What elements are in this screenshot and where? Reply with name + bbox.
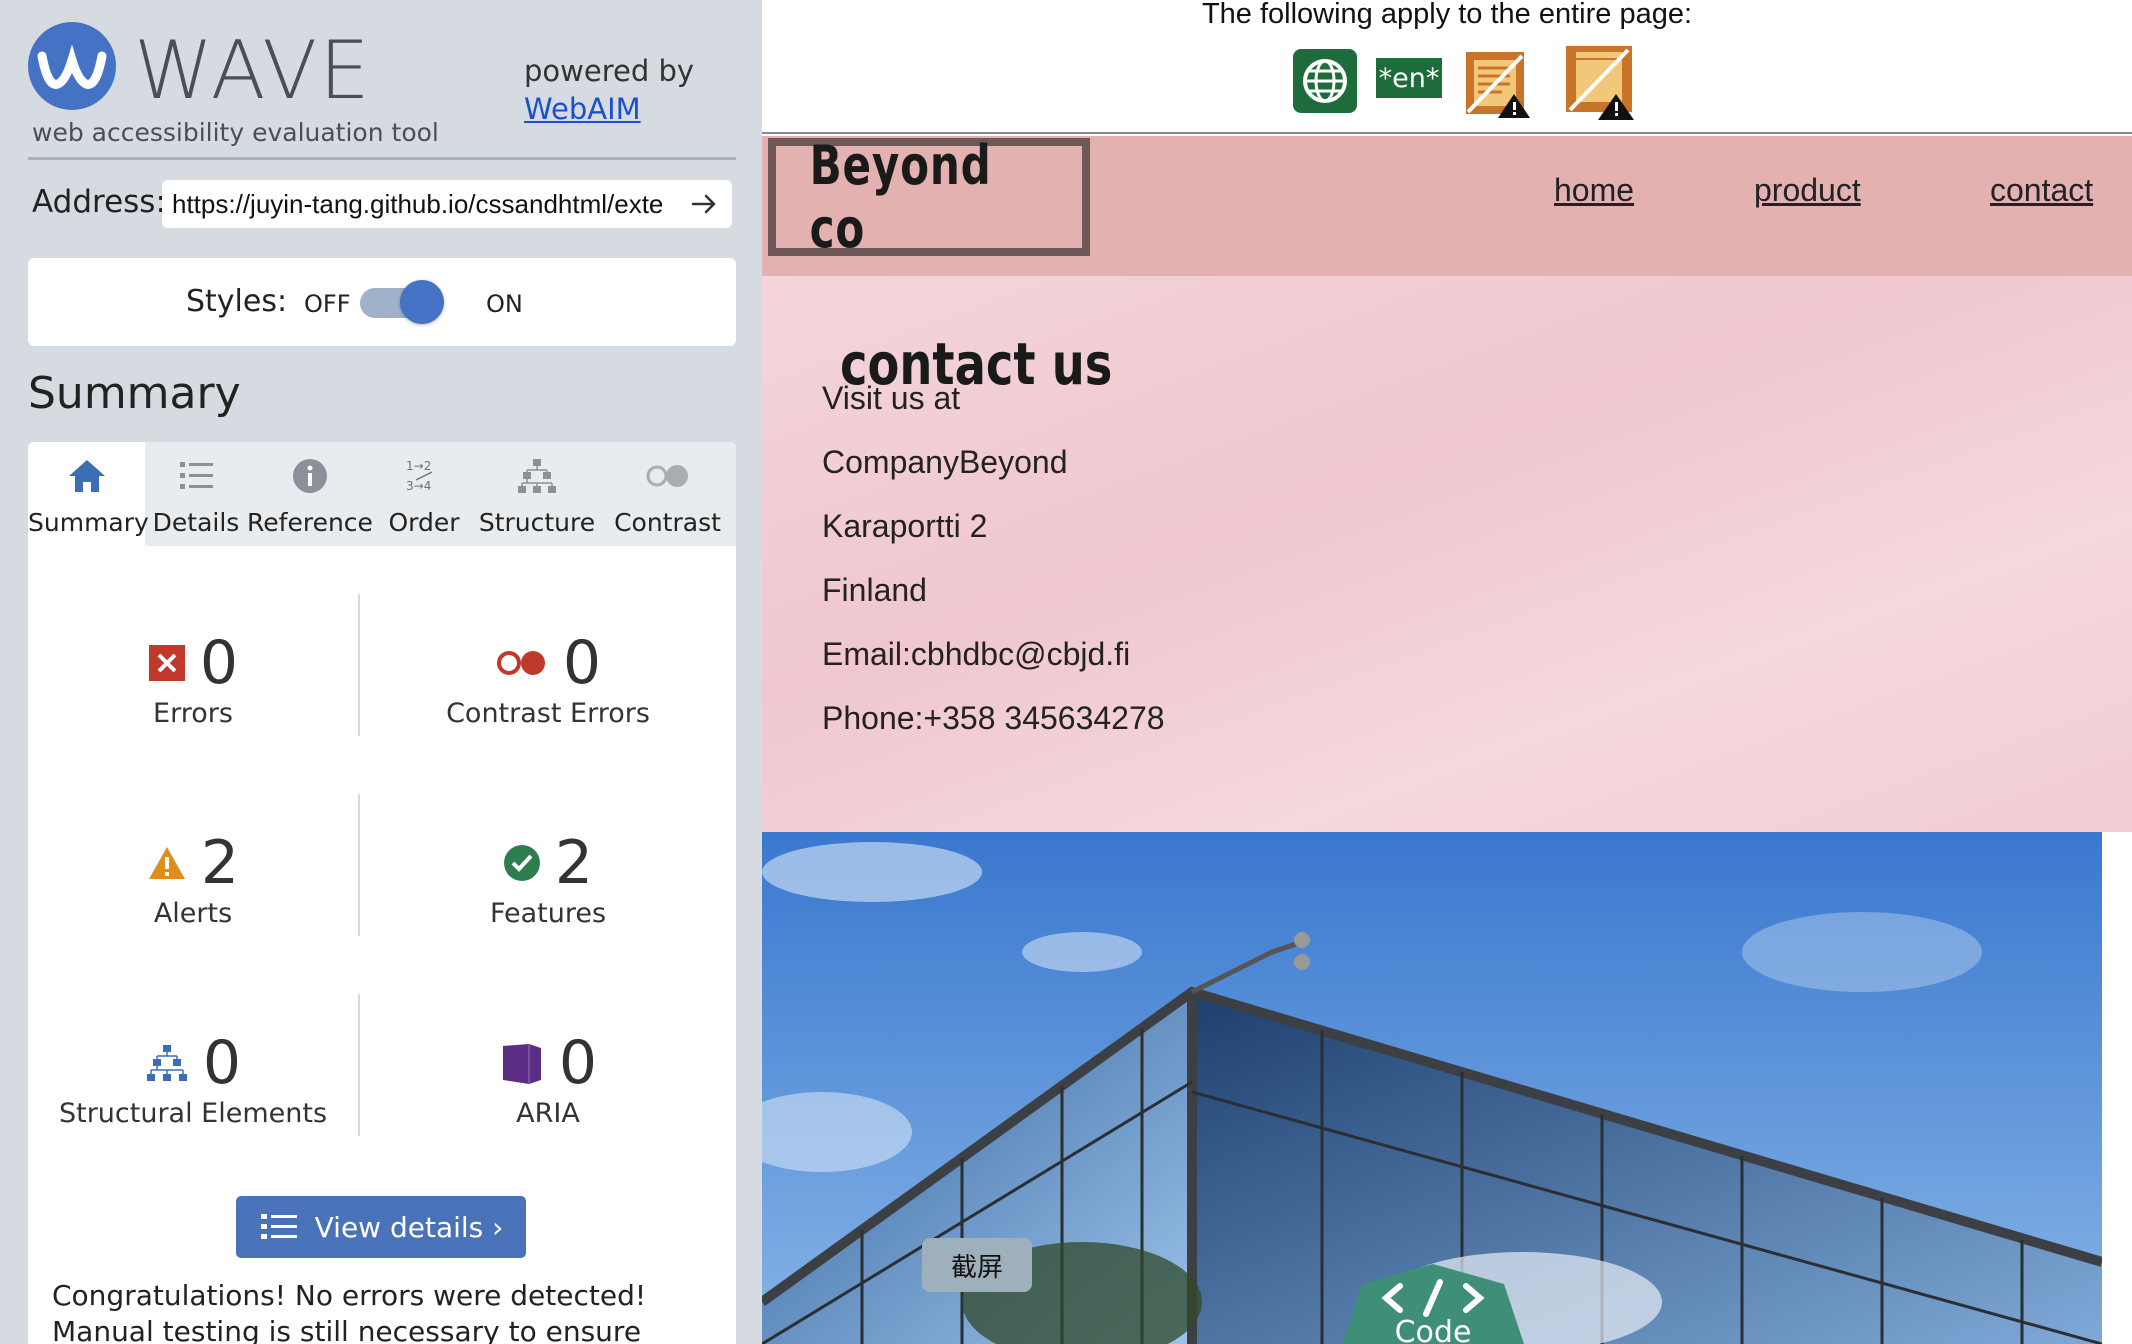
congratulations-message: Congratulations! No errors were detected… xyxy=(52,1279,647,1344)
list-icon xyxy=(180,462,213,489)
alerts-count: 2 xyxy=(200,828,240,898)
contact-line: CompanyBeyond xyxy=(822,444,1068,480)
styles-card: Styles: OFF ON xyxy=(28,258,736,346)
contrast-icon xyxy=(646,465,688,487)
contact-line: Visit us at xyxy=(822,380,961,416)
structure-icon xyxy=(146,1045,187,1081)
contrast-errors-label: Contrast Errors xyxy=(446,698,650,729)
code-badge[interactable]: Code xyxy=(1342,1264,1524,1344)
address-field xyxy=(162,180,732,228)
structure-icon xyxy=(518,459,556,493)
tab-label: Structure xyxy=(478,508,596,537)
address-label: Address: xyxy=(32,184,166,220)
styles-on-label: ON xyxy=(486,290,523,318)
feature-check-icon xyxy=(503,845,540,881)
tab-label: Order xyxy=(388,508,460,537)
tab-label: Reference xyxy=(247,508,373,537)
aria-count: 0 xyxy=(558,1028,598,1098)
contrast-error-icon xyxy=(496,651,545,675)
styles-toggle-knob[interactable] xyxy=(400,280,444,324)
tab-structure[interactable]: Structure xyxy=(475,442,599,546)
structural-label: Structural Elements xyxy=(58,1098,328,1129)
summary-panel: Summary Details Reference 1→2 3→4 Order … xyxy=(28,442,736,1344)
tab-label: Details xyxy=(152,508,240,537)
powered-by-text: powered by xyxy=(524,54,695,88)
wave-sidebar: WAVE web accessibility evaluation tool p… xyxy=(0,0,762,1344)
features-count: 2 xyxy=(554,828,594,898)
document-alert-icon[interactable] xyxy=(1462,48,1534,120)
arrow-right-icon[interactable] xyxy=(688,188,720,220)
tab-summary[interactable]: Summary xyxy=(28,442,149,546)
page-level-icons-bar: The following apply to the entire page: … xyxy=(762,0,2132,134)
code-badge-label: Code xyxy=(1395,1315,1472,1344)
errors-label: Errors xyxy=(153,698,233,729)
lang-attribute-icon[interactable]: *en* xyxy=(1376,58,1442,98)
stat-aria[interactable]: 0 ARIA xyxy=(360,1028,736,1129)
svg-text:1→2: 1→2 xyxy=(406,459,431,473)
features-label: Features xyxy=(489,898,607,929)
aria-cube-icon xyxy=(502,1044,541,1084)
contrast-errors-count: 0 xyxy=(562,628,602,698)
stat-contrast-errors[interactable]: 0 Contrast Errors xyxy=(360,628,736,729)
styles-label: Styles: xyxy=(186,284,288,319)
site-logo-text: Beyond co xyxy=(809,136,992,260)
wave-tagline: web accessibility evaluation tool xyxy=(32,118,439,147)
page-level-heading: The following apply to the entire page: xyxy=(1201,0,1693,30)
panel-tabs: Summary Details Reference 1→2 3→4 Order … xyxy=(28,442,736,546)
alerts-label: Alerts xyxy=(153,898,233,929)
nav-contact-link[interactable]: contact xyxy=(1990,172,2093,209)
svg-text:3→4: 3→4 xyxy=(406,479,431,493)
alert-icon xyxy=(148,847,185,879)
tab-details[interactable]: Details xyxy=(145,442,247,546)
contact-section: contact us Visit us at CompanyBeyond Kar… xyxy=(762,276,2132,832)
no-title-alert-icon[interactable] xyxy=(1562,42,1636,120)
address-input[interactable] xyxy=(172,188,682,220)
error-icon xyxy=(148,645,185,681)
styles-off-label: OFF xyxy=(304,290,351,318)
tab-label: Contrast xyxy=(614,508,721,537)
stat-structural-elements[interactable]: 0 Structural Elements xyxy=(28,1028,358,1129)
wave-logo-text: WAVE xyxy=(134,24,372,117)
summary-heading: Summary xyxy=(28,368,241,419)
view-details-label: View details › xyxy=(314,1210,504,1244)
contact-phone: Phone:+358 345634278 xyxy=(822,700,1165,736)
contact-line: Finland xyxy=(822,572,927,608)
list-icon xyxy=(260,1214,297,1239)
tab-label: Summary xyxy=(28,508,149,537)
contact-line: Karaportti 2 xyxy=(822,508,988,544)
wave-logo-icon xyxy=(28,22,116,110)
screenshot-tooltip[interactable]: 截屏 xyxy=(922,1238,1032,1292)
powered-by: powered by WebAIM xyxy=(524,52,694,128)
stat-alerts[interactable]: 2 Alerts xyxy=(28,828,358,929)
contact-email: Email:cbhdbc@cbjd.fi xyxy=(822,636,1131,672)
site-logo[interactable]: Beyond co xyxy=(768,136,1090,260)
stat-features[interactable]: 2 Features xyxy=(360,828,736,929)
view-details-button[interactable]: View details › xyxy=(236,1196,526,1258)
order-icon: 1→2 3→4 xyxy=(406,459,433,493)
tab-reference[interactable]: Reference xyxy=(247,442,373,546)
nav-product-link[interactable]: product xyxy=(1754,172,1861,209)
website-preview: Beyond co home product contact contact u… xyxy=(762,136,2132,1344)
language-icon[interactable] xyxy=(1292,48,1358,114)
aria-label: ARIA xyxy=(516,1098,580,1129)
tab-order[interactable]: 1→2 3→4 Order xyxy=(373,442,475,546)
home-icon xyxy=(68,460,105,492)
info-icon xyxy=(293,459,327,493)
divider xyxy=(28,157,736,160)
nav-home-link[interactable]: home xyxy=(1554,172,1634,209)
structural-count: 0 xyxy=(202,1028,242,1098)
site-header: Beyond co home product contact xyxy=(762,136,2132,276)
tab-contrast[interactable]: Contrast xyxy=(599,442,736,546)
errors-count: 0 xyxy=(199,628,239,698)
webaim-link[interactable]: WebAIM xyxy=(524,90,694,128)
stat-errors[interactable]: 0 Errors xyxy=(28,628,358,729)
